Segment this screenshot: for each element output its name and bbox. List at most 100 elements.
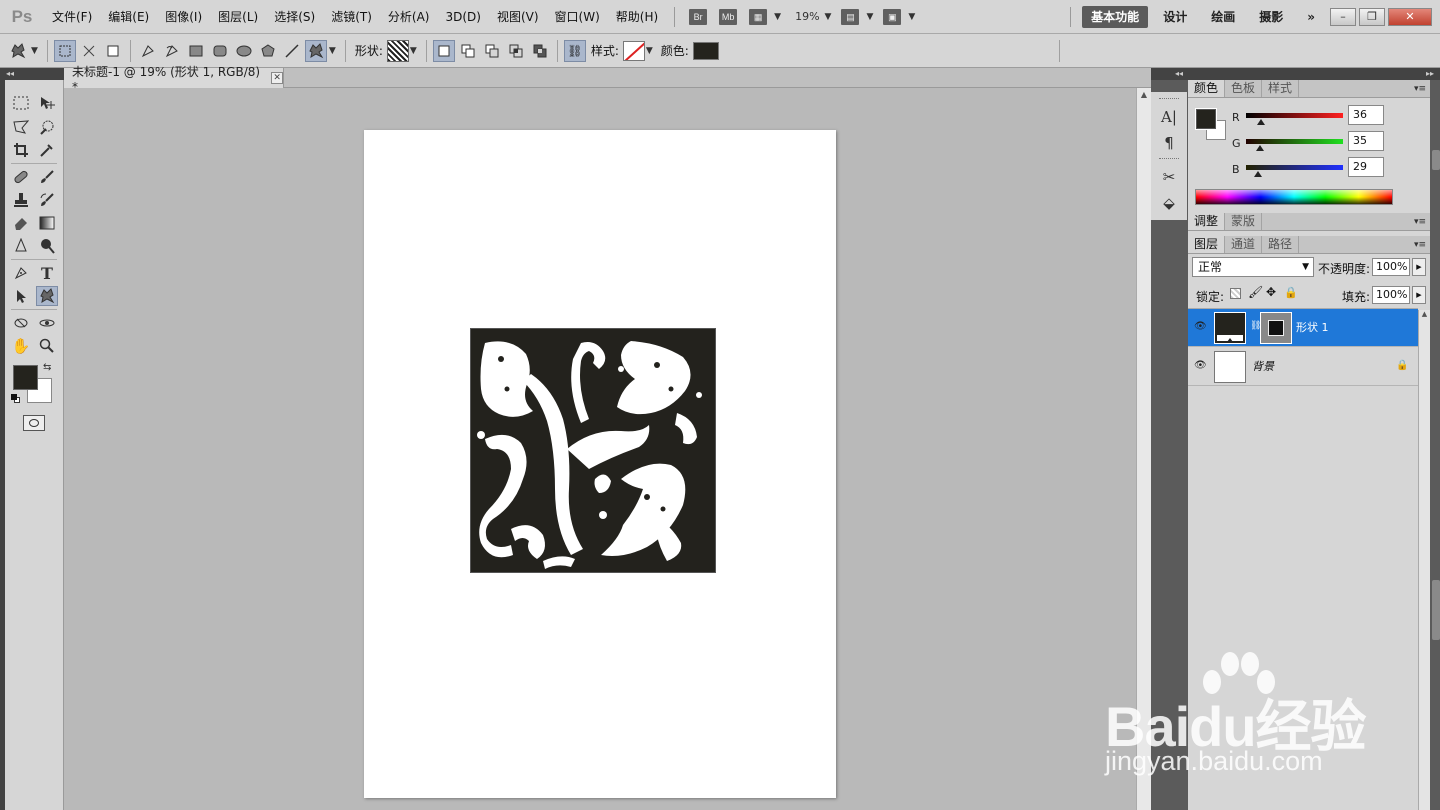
intersect-shape-areas-button[interactable]: [505, 40, 527, 62]
blur-tool[interactable]: [10, 236, 32, 256]
menu-file[interactable]: 文件(F): [44, 0, 100, 34]
scroll-thumb[interactable]: [1432, 580, 1440, 640]
fill-input[interactable]: 100%: [1372, 286, 1410, 304]
layers-scrollbar[interactable]: ▲: [1418, 310, 1430, 810]
green-slider-thumb[interactable]: [1256, 145, 1264, 151]
green-value[interactable]: 35: [1348, 131, 1384, 151]
workspace-photography[interactable]: 摄影: [1250, 6, 1292, 28]
custom-shape-tool[interactable]: [36, 286, 58, 306]
chevron-down-icon[interactable]: ▼: [646, 46, 653, 56]
chevron-down-icon[interactable]: ▼: [329, 46, 336, 56]
screen-mode-icon[interactable]: ▣: [883, 8, 902, 25]
eyedropper-tool[interactable]: [36, 140, 58, 160]
custom-shape-button[interactable]: [304, 39, 327, 62]
lock-position-icon[interactable]: ✥: [1266, 285, 1276, 299]
opacity-input[interactable]: 100%: [1372, 258, 1410, 276]
layer-thumbnail[interactable]: [1214, 351, 1246, 383]
rounded-rectangle-button[interactable]: [209, 40, 231, 62]
tool-preset-picker[interactable]: [7, 40, 29, 62]
tab-adjustments[interactable]: 调整: [1188, 213, 1226, 230]
dodge-tool[interactable]: [36, 236, 58, 256]
shape-color-swatch[interactable]: [692, 41, 719, 60]
subtract-shape-area-button[interactable]: [481, 40, 503, 62]
workspace-design[interactable]: 设计: [1154, 6, 1196, 28]
blue-slider-thumb[interactable]: [1254, 171, 1262, 177]
tools-presets-icon[interactable]: ✂: [1151, 164, 1187, 190]
path-selection-tool[interactable]: [10, 286, 32, 306]
zoom-tool[interactable]: [36, 336, 58, 356]
marquee-tool[interactable]: [10, 93, 32, 113]
panel-menu-icon[interactable]: ▾≡: [1414, 237, 1430, 253]
shape-layer-content[interactable]: [470, 328, 716, 573]
scroll-thumb[interactable]: [1432, 150, 1440, 170]
red-value[interactable]: 36: [1348, 105, 1384, 125]
link-style-button[interactable]: ⛓: [563, 39, 586, 62]
toolbox-collapse-bar[interactable]: ◂◂: [0, 68, 64, 80]
foreground-color-swatch[interactable]: [13, 365, 38, 390]
lock-transparent-icon[interactable]: [1230, 288, 1241, 299]
minimize-button[interactable]: –: [1330, 7, 1356, 26]
chevron-down-icon[interactable]: ▼: [866, 12, 873, 22]
chevron-down-icon[interactable]: ▼: [825, 12, 832, 22]
restore-button[interactable]: ❐: [1359, 7, 1385, 26]
layer-fill-thumbnail[interactable]: [1214, 312, 1246, 344]
gradient-tool[interactable]: [36, 213, 58, 233]
scroll-up-icon[interactable]: ▲: [1419, 310, 1430, 318]
3d-panel-icon[interactable]: ⬙: [1151, 190, 1187, 216]
pen-tool[interactable]: [10, 263, 32, 283]
blue-slider[interactable]: [1246, 165, 1343, 170]
bridge-button[interactable]: Br: [689, 8, 708, 25]
menu-image[interactable]: 图像(I): [157, 0, 210, 34]
hand-tool[interactable]: ✋: [10, 336, 32, 356]
opacity-slider-button[interactable]: ▶: [1412, 258, 1426, 276]
menu-filter[interactable]: 滤镜(T): [323, 0, 380, 34]
rectangle-shape-button[interactable]: [185, 40, 207, 62]
style-picker[interactable]: [622, 40, 645, 61]
layer-name[interactable]: 形状 1: [1296, 309, 1329, 347]
menu-help[interactable]: 帮助(H): [608, 0, 666, 34]
character-panel-icon[interactable]: A|: [1151, 104, 1187, 130]
dock-collapse-bar[interactable]: ◂◂: [1151, 68, 1188, 80]
view-extras-icon[interactable]: ▦: [749, 8, 768, 25]
add-to-shape-area-button[interactable]: [457, 40, 479, 62]
layer-name[interactable]: 背景: [1252, 348, 1274, 386]
blue-value[interactable]: 29: [1348, 157, 1384, 177]
quick-mask-button[interactable]: [23, 415, 45, 431]
menu-window[interactable]: 窗口(W): [547, 0, 608, 34]
menu-layer[interactable]: 图层(L): [210, 0, 266, 34]
tab-masks[interactable]: 蒙版: [1225, 213, 1263, 230]
blend-mode-select[interactable]: 正常 ▼: [1192, 257, 1314, 277]
color-spectrum-bar[interactable]: [1195, 189, 1393, 205]
menu-edit[interactable]: 编辑(E): [100, 0, 157, 34]
tab-styles[interactable]: 样式: [1262, 80, 1300, 97]
arrange-documents-icon[interactable]: ▤: [841, 8, 860, 25]
fill-slider-button[interactable]: ▶: [1412, 286, 1426, 304]
panel-menu-icon[interactable]: ▾≡: [1414, 81, 1430, 97]
green-slider[interactable]: [1246, 139, 1343, 144]
menu-analysis[interactable]: 分析(A): [380, 0, 438, 34]
vector-mask-thumbnail[interactable]: [1260, 312, 1292, 344]
tab-layers[interactable]: 图层: [1188, 236, 1226, 253]
healing-brush-tool[interactable]: [10, 167, 32, 187]
canvas-area[interactable]: [64, 88, 1136, 810]
quick-selection-tool[interactable]: [36, 117, 58, 137]
paths-mode-button[interactable]: [78, 40, 100, 62]
document-canvas[interactable]: [364, 130, 836, 798]
eye-icon[interactable]: 👁: [1194, 360, 1207, 372]
history-brush-tool[interactable]: [36, 190, 58, 210]
lock-all-icon[interactable]: 🔒: [1284, 286, 1298, 299]
3d-orbit-tool[interactable]: [36, 313, 58, 333]
chevron-down-icon[interactable]: ▼: [774, 12, 781, 22]
lock-image-pixels-icon[interactable]: 🖌: [1248, 285, 1263, 299]
workspace-essentials[interactable]: 基本功能: [1082, 5, 1149, 28]
layer-row-shape-1[interactable]: 👁 ⛓ 形状 1: [1188, 309, 1418, 347]
pen-tool-button[interactable]: [137, 40, 159, 62]
panels-collapse-bar[interactable]: ▸▸: [1188, 68, 1440, 80]
red-slider-thumb[interactable]: [1257, 119, 1265, 125]
tab-paths[interactable]: 路径: [1262, 236, 1300, 253]
scroll-up-icon[interactable]: ▲: [1137, 90, 1151, 99]
tab-swatches[interactable]: 色板: [1225, 80, 1263, 97]
move-tool[interactable]: [36, 93, 58, 113]
tab-channels[interactable]: 通道: [1225, 236, 1263, 253]
lasso-tool[interactable]: [10, 117, 32, 137]
